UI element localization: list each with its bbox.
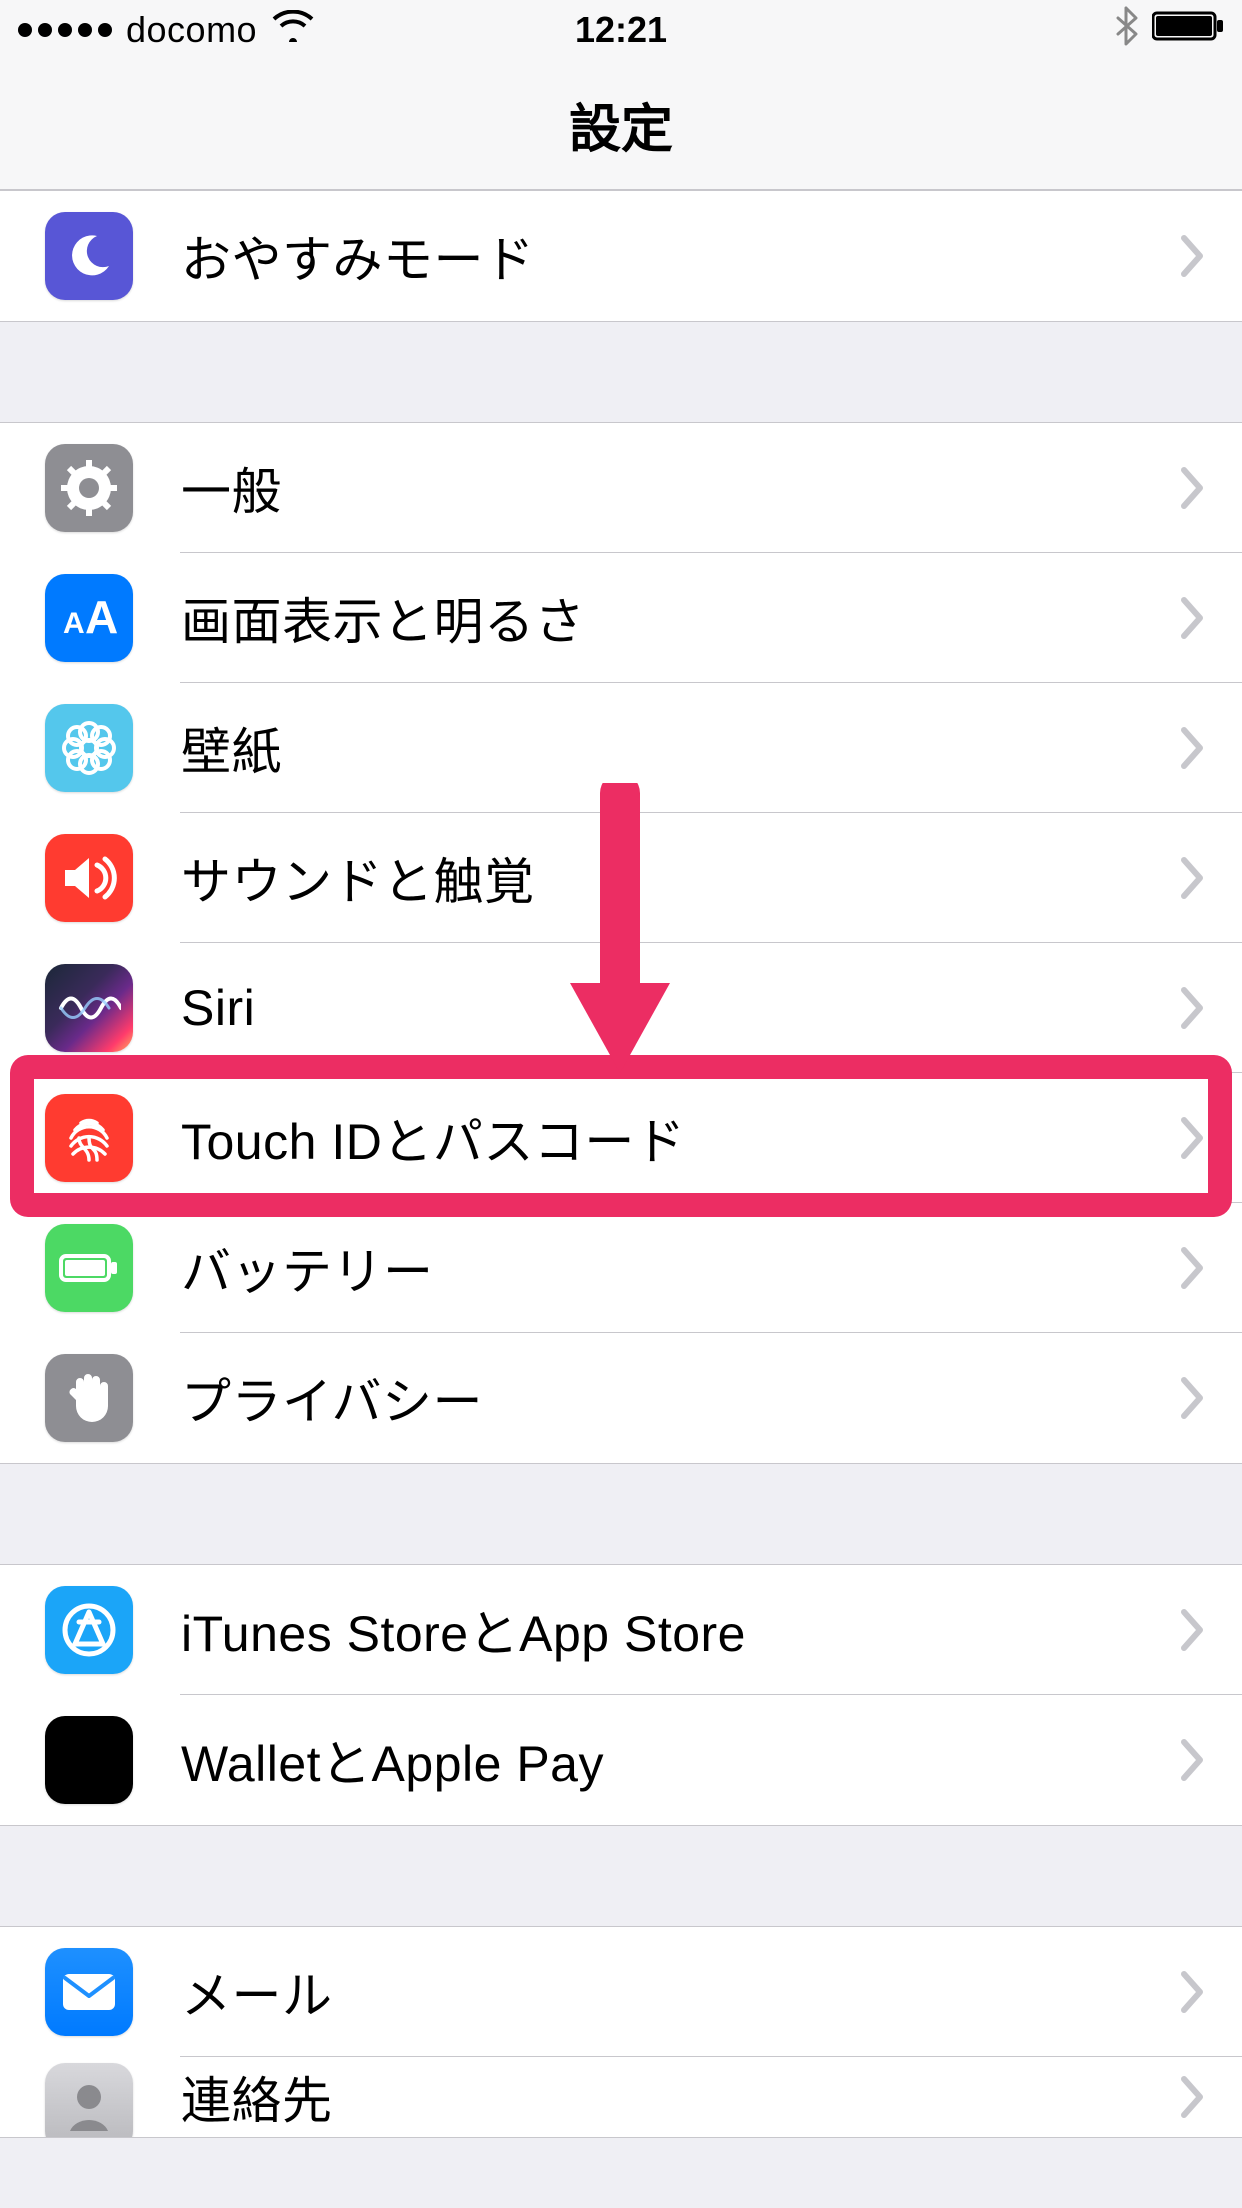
text-size-icon: A A [45,574,133,662]
nav-bar: 設定 [0,60,1242,190]
row-wallpaper[interactable]: 壁紙 [0,683,1242,813]
chevron-right-icon [1178,1203,1206,1333]
row-label: 一般 [181,452,282,524]
svg-text:A: A [63,607,85,640]
chevron-right-icon [1178,813,1206,943]
svg-text:A: A [85,593,118,643]
row-label: プライバシー [181,1362,483,1434]
fingerprint-icon [45,1094,133,1182]
chevron-right-icon [1178,1333,1206,1463]
row-contacts[interactable]: 連絡先 [0,2057,1242,2137]
row-itunes-appstore[interactable]: iTunes StoreとApp Store [0,1565,1242,1695]
chevron-right-icon [1178,1565,1206,1695]
chevron-right-icon [1178,191,1206,321]
chevron-right-icon [1178,1927,1206,2057]
group-gap [0,322,1242,422]
row-touch-id[interactable]: Touch IDとパスコード [0,1073,1242,1203]
row-label: 画面表示と明るさ [181,582,585,654]
group-mail: メール 連絡先 [0,1926,1242,2138]
wallet-icon [45,1716,133,1804]
row-mail[interactable]: メール [0,1927,1242,2057]
flower-icon [45,704,133,792]
status-bar: docomo 12:21 [0,0,1242,60]
chevron-right-icon [1178,1073,1206,1203]
status-time: 12:21 [0,9,1242,51]
speaker-icon [45,834,133,922]
row-label: iTunes StoreとApp Store [181,1594,746,1666]
row-siri[interactable]: Siri [0,943,1242,1073]
battery-row-icon [45,1224,133,1312]
row-label: 壁紙 [181,712,282,784]
gear-icon [45,444,133,532]
chevron-right-icon [1178,423,1206,553]
chevron-right-icon [1178,2057,1206,2137]
row-label: Touch IDとパスコード [181,1102,685,1174]
row-label: 連絡先 [181,2061,333,2133]
row-label: メール [181,1956,333,2028]
row-battery[interactable]: バッテリー [0,1203,1242,1333]
mail-icon [45,1948,133,2036]
row-privacy[interactable]: プライバシー [0,1333,1242,1463]
chevron-right-icon [1178,1695,1206,1825]
group-store: iTunes StoreとApp Store WalletとApple Pay [0,1564,1242,1826]
row-label: おやすみモード [181,220,535,292]
hand-icon [45,1354,133,1442]
page-title: 設定 [569,87,673,162]
group-dnd: おやすみモード [0,190,1242,322]
appstore-icon [45,1586,133,1674]
row-wallet[interactable]: WalletとApple Pay [0,1695,1242,1825]
row-label: Siri [181,979,255,1037]
moon-icon [45,212,133,300]
row-label: WalletとApple Pay [181,1724,604,1796]
contacts-icon [45,2063,133,2137]
group-general: 一般 A A 画面表示と明るさ 壁紙 [0,422,1242,1464]
group-gap [0,1464,1242,1564]
row-label: サウンドと触覚 [181,842,535,914]
chevron-right-icon [1178,683,1206,813]
row-do-not-disturb[interactable]: おやすみモード [0,191,1242,321]
row-display[interactable]: A A 画面表示と明るさ [0,553,1242,683]
row-label: バッテリー [181,1232,434,1304]
group-gap [0,1826,1242,1926]
siri-icon [45,964,133,1052]
chevron-right-icon [1178,943,1206,1073]
row-general[interactable]: 一般 [0,423,1242,553]
row-sound[interactable]: サウンドと触覚 [0,813,1242,943]
chevron-right-icon [1178,553,1206,683]
